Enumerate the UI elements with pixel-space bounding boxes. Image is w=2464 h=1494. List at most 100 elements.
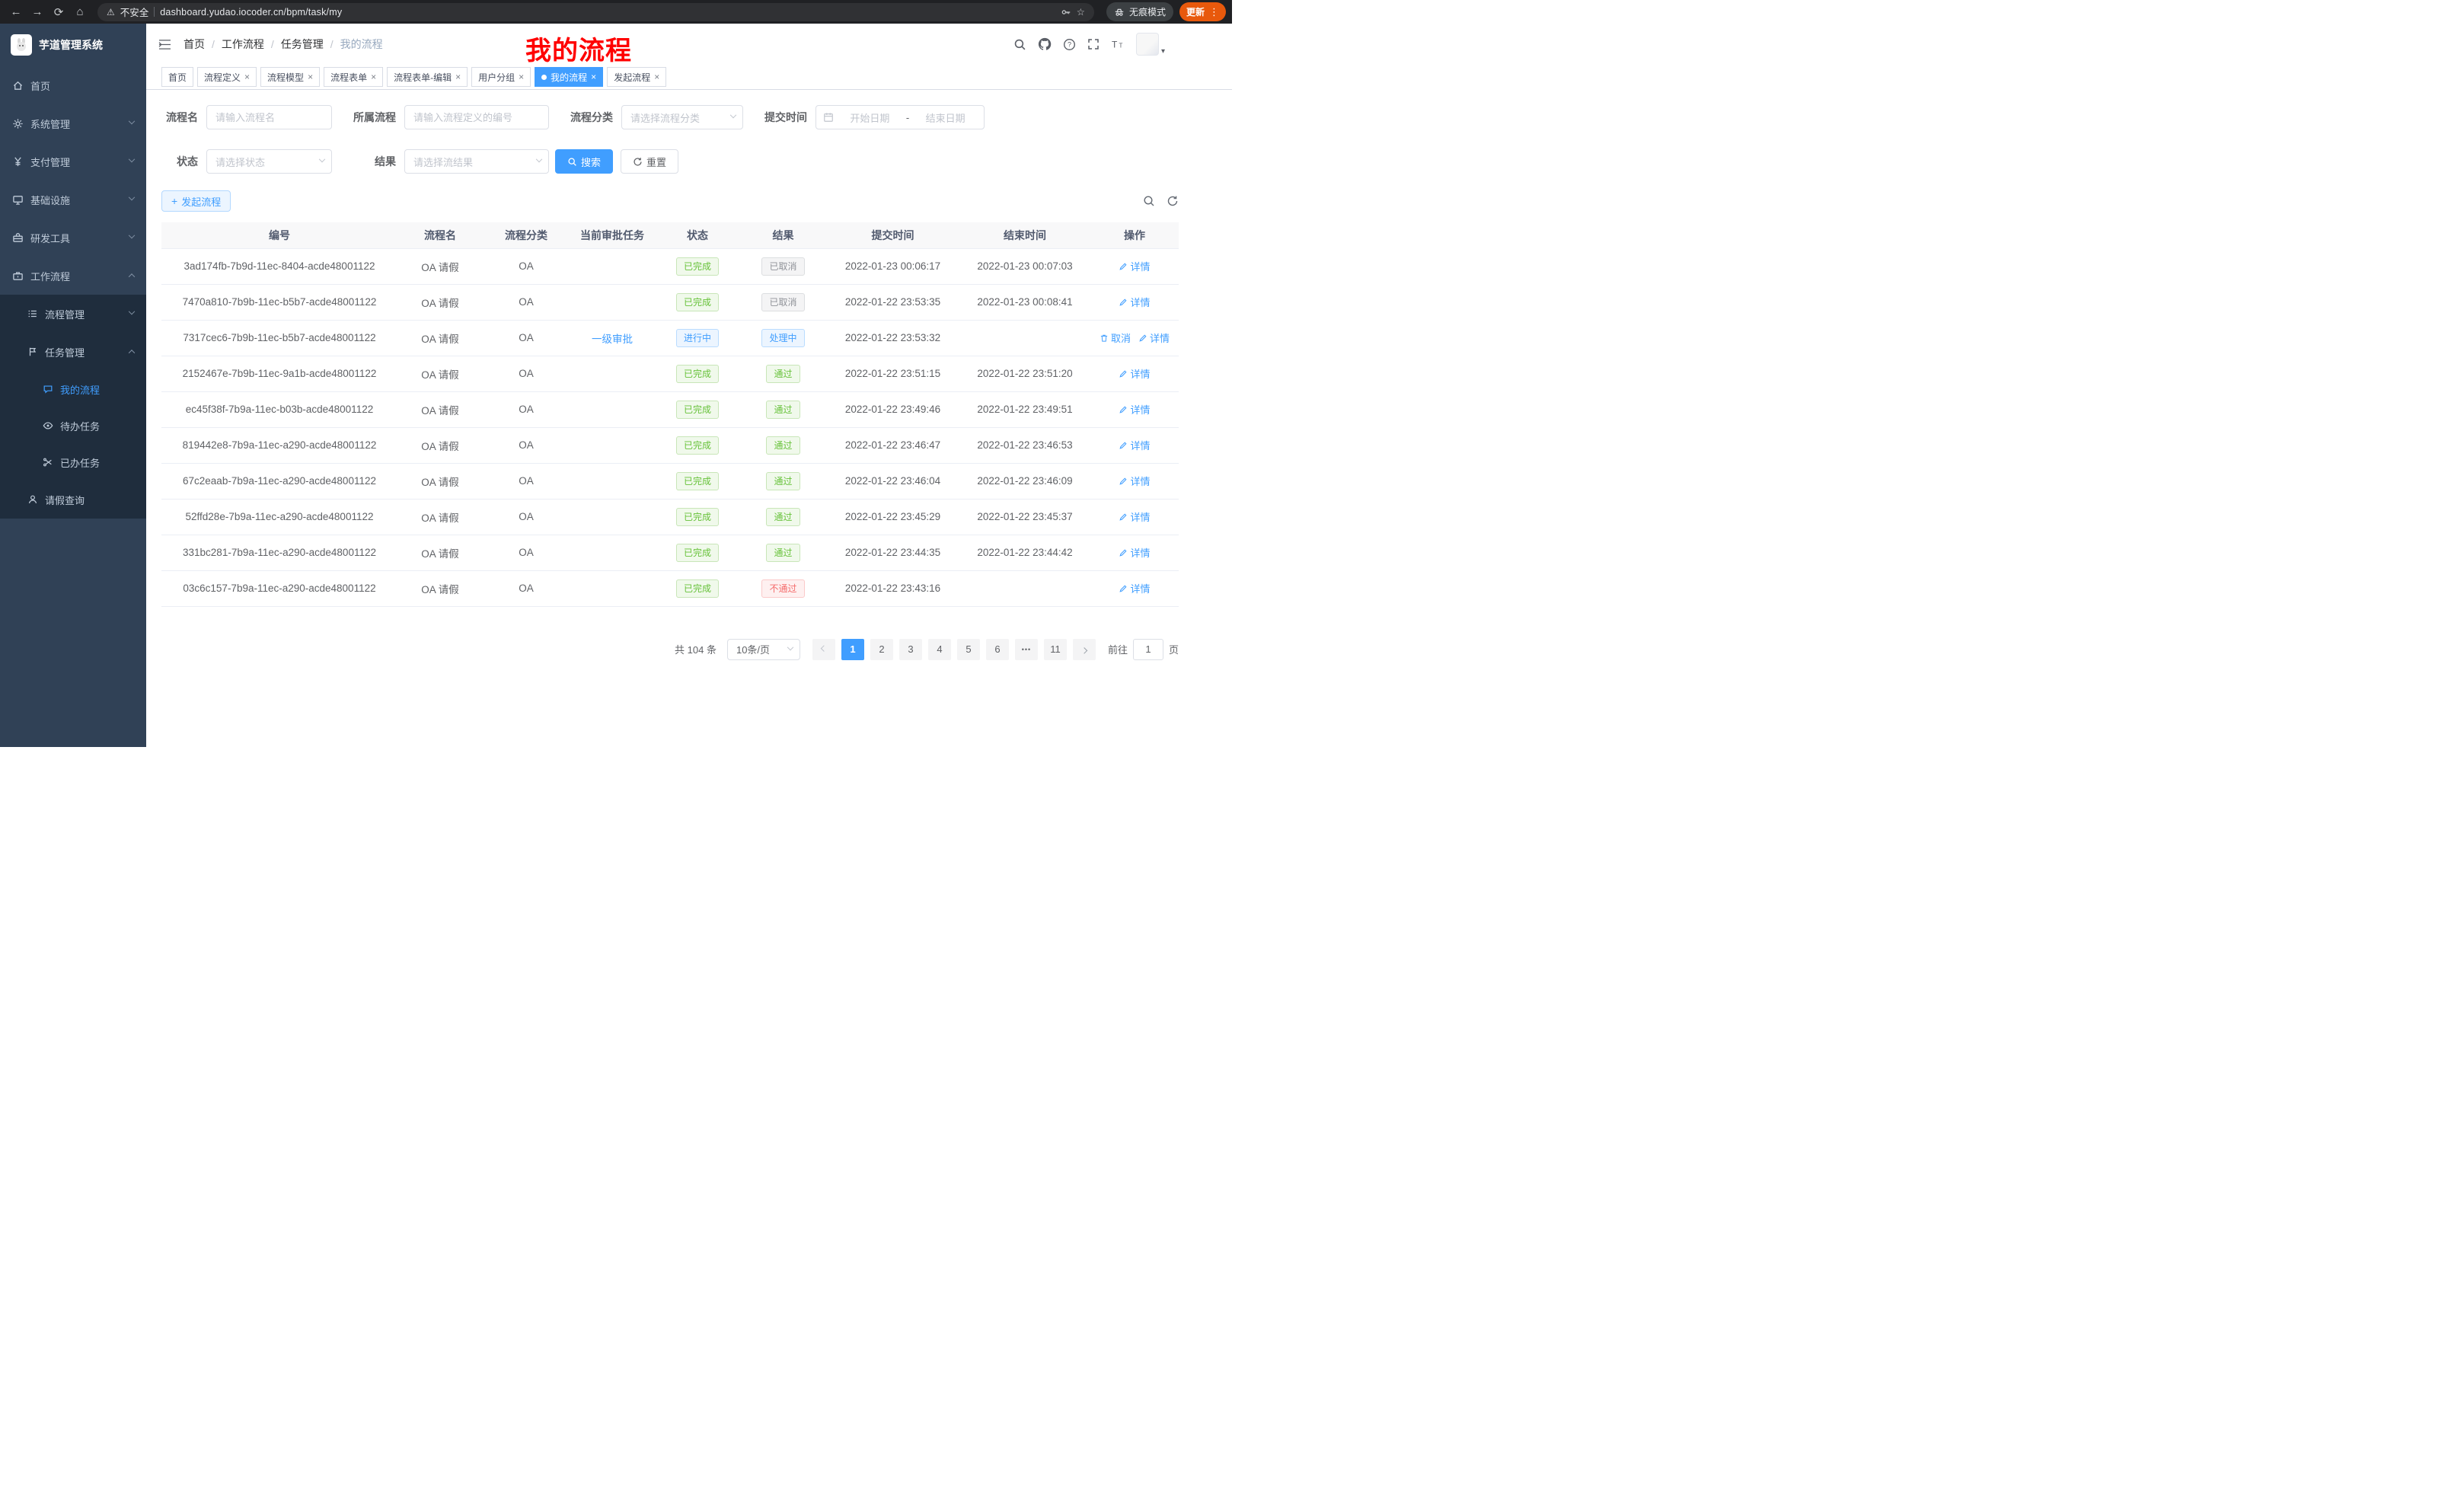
tab-close-icon[interactable]: × (519, 72, 524, 81)
browser-home-button[interactable]: ⌂ (70, 2, 90, 22)
page-size-select[interactable]: 10条/页 (727, 639, 800, 660)
detail-link[interactable]: 详情 (1119, 402, 1150, 417)
edit-icon (1119, 512, 1128, 522)
breadcrumb-item[interactable]: 工作流程 (222, 37, 264, 52)
current-task (570, 570, 655, 606)
sidebar-item-todo-task[interactable]: 待办任务 (0, 407, 146, 444)
tab-my-process[interactable]: 我的流程 × (535, 67, 603, 87)
sidebar-item-process-mgmt[interactable]: 流程管理 (0, 295, 146, 333)
status-tag: 已完成 (676, 508, 719, 526)
browser-back-button[interactable]: ← (6, 2, 26, 22)
tab-process-form[interactable]: 流程表单 × (324, 67, 383, 87)
help-icon[interactable]: ? (1063, 38, 1076, 51)
process-id: 3ad174fb-7b9d-11ec-8404-acde48001122 (161, 248, 397, 284)
page-button-last[interactable]: 11 (1044, 639, 1067, 660)
font-size-icon[interactable]: TT (1111, 38, 1125, 50)
page-button-5[interactable]: 5 (957, 639, 980, 660)
detail-link[interactable]: 详情 (1119, 295, 1150, 309)
process-table: 编号 流程名 流程分类 当前审批任务 状态 结果 提交时间 结束时间 操作 (161, 222, 1179, 607)
tab-close-icon[interactable]: × (371, 72, 376, 81)
header-search-icon[interactable] (1013, 38, 1026, 51)
sidebar-item-done-task[interactable]: 已办任务 (0, 444, 146, 480)
breadcrumb-item[interactable]: 任务管理 (281, 37, 324, 52)
tab-process-model[interactable]: 流程模型 × (260, 67, 320, 87)
process-name: OA 请假 (397, 499, 483, 535)
github-icon[interactable] (1038, 37, 1052, 51)
sidebar-item-task-mgmt[interactable]: 任务管理 (0, 333, 146, 371)
trash-icon (1100, 334, 1109, 343)
tab-process-form-edit[interactable]: 流程表单-编辑 × (387, 67, 468, 87)
detail-link[interactable]: 详情 (1119, 259, 1150, 273)
svg-text:T: T (1112, 40, 1118, 50)
sidebar-item-infra[interactable]: 基础设施 (0, 180, 146, 219)
detail-link[interactable]: 详情 (1119, 581, 1150, 595)
page-button-4[interactable]: 4 (928, 639, 951, 660)
detail-link[interactable]: 详情 (1119, 438, 1150, 452)
chevron-up-icon (129, 273, 135, 279)
browser-update-button[interactable]: 更新 ⋮ (1179, 2, 1226, 21)
browser-menu-icon[interactable]: ⋮ (1209, 6, 1219, 18)
detail-link[interactable]: 详情 (1138, 330, 1170, 345)
detail-link[interactable]: 详情 (1119, 366, 1150, 381)
submit-time-range-picker[interactable]: 开始日期 - 结束日期 (815, 105, 985, 129)
table-search-toggle-icon[interactable] (1143, 195, 1155, 207)
breadcrumb-item[interactable]: 首页 (184, 37, 205, 52)
tab-close-icon[interactable]: × (591, 72, 596, 81)
sidebar-item-devtool[interactable]: 研发工具 (0, 219, 146, 257)
search-button[interactable]: 搜索 (555, 149, 613, 174)
result-tag: 不通过 (761, 579, 804, 598)
cancel-link[interactable]: 取消 (1100, 330, 1131, 345)
browser-refresh-button[interactable]: ⟳ (49, 2, 69, 22)
page-content: 流程名 所属流程 流程分类 请选择流程分类 提交时间 (146, 90, 1232, 747)
address-bar[interactable]: ⚠ 不安全 dashboard.yudao.iocoder.cn/bpm/tas… (97, 3, 1094, 21)
page-ellipsis[interactable]: ••• (1015, 639, 1038, 660)
reset-button[interactable]: 重置 (621, 149, 678, 174)
process-category: OA (483, 284, 570, 320)
tab-close-icon[interactable]: × (308, 72, 313, 81)
table-row: 3ad174fb-7b9d-11ec-8404-acde48001122 OA … (161, 248, 1179, 284)
create-process-button[interactable]: + 发起流程 (161, 190, 231, 212)
detail-link[interactable]: 详情 (1119, 474, 1150, 488)
process-definition-input[interactable] (404, 105, 549, 129)
sidebar-item-payment[interactable]: 支付管理 (0, 142, 146, 180)
result-select[interactable]: 请选择流结果 (404, 149, 549, 174)
password-key-icon[interactable] (1061, 7, 1071, 18)
chevron-up-icon (129, 350, 135, 356)
table-row: 331bc281-7b9a-11ec-a290-acde48001122 OA … (161, 535, 1179, 570)
tab-start-process[interactable]: 发起流程 × (607, 67, 666, 87)
goto-page-input[interactable] (1133, 639, 1163, 660)
sidebar-item-home[interactable]: 首页 (0, 66, 146, 104)
sidebar-item-system[interactable]: 系统管理 (0, 104, 146, 142)
sidebar-item-leave-query[interactable]: 请假查询 (0, 480, 146, 519)
tab-home[interactable]: 首页 (161, 67, 193, 87)
menu-fold-icon[interactable] (158, 39, 171, 50)
page-button-3[interactable]: 3 (899, 639, 922, 660)
status-select[interactable]: 请选择状态 (206, 149, 332, 174)
current-task-link[interactable]: 一级审批 (592, 330, 633, 346)
app-logo-row[interactable]: 芋道管理系统 (0, 24, 146, 66)
end-time: 2022-01-22 23:51:20 (959, 356, 1090, 391)
detail-link[interactable]: 详情 (1119, 545, 1150, 560)
browser-forward-button[interactable]: → (27, 2, 47, 22)
tab-user-group[interactable]: 用户分组 × (471, 67, 531, 87)
fullscreen-icon[interactable] (1087, 38, 1100, 50)
process-name-input[interactable] (206, 105, 332, 129)
briefcase-icon (12, 270, 24, 282)
tab-close-icon[interactable]: × (654, 72, 659, 81)
sidebar-item-my-process[interactable]: 我的流程 (0, 371, 146, 407)
process-category: OA (483, 248, 570, 284)
page-button-2[interactable]: 2 (870, 639, 893, 660)
category-select[interactable]: 请选择流程分类 (621, 105, 743, 129)
page-button-6[interactable]: 6 (986, 639, 1009, 660)
prev-page-button[interactable] (812, 639, 835, 660)
user-avatar-dropdown[interactable]: ▾ (1136, 33, 1165, 56)
sidebar-item-workflow[interactable]: 工作流程 (0, 257, 146, 295)
detail-link[interactable]: 详情 (1119, 509, 1150, 524)
tab-close-icon[interactable]: × (455, 72, 461, 81)
page-button-1[interactable]: 1 (841, 639, 864, 660)
next-page-button[interactable] (1073, 639, 1096, 660)
table-refresh-icon[interactable] (1167, 195, 1179, 207)
tab-close-icon[interactable]: × (244, 72, 250, 81)
tab-process-definition[interactable]: 流程定义 × (197, 67, 257, 87)
bookmark-star-icon[interactable]: ☆ (1077, 6, 1085, 18)
